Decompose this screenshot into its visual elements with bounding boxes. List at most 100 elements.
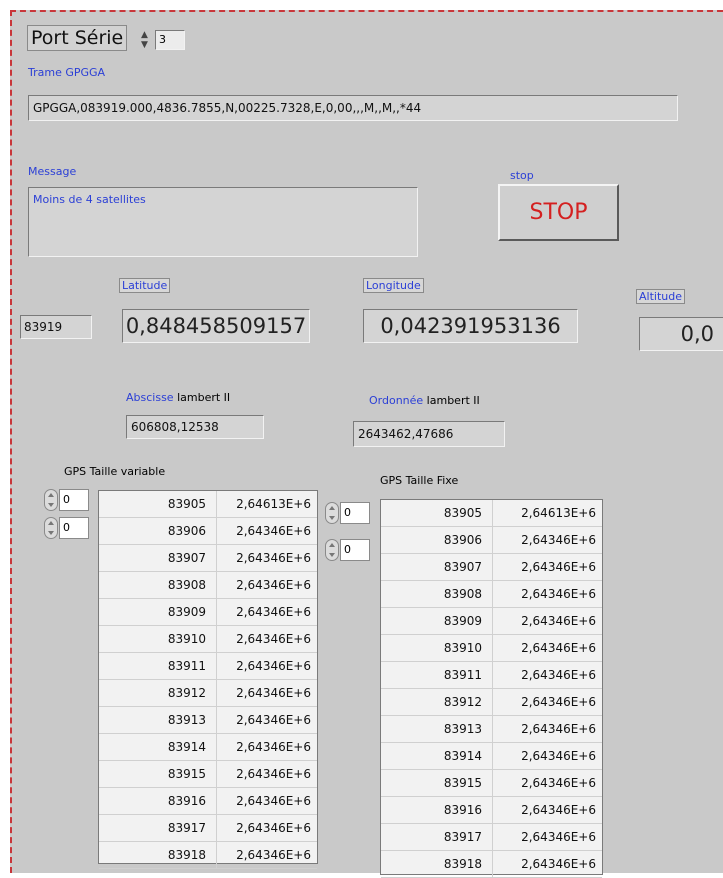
table-cell-time: 83907 bbox=[381, 554, 493, 580]
table-cell-value: 2,64346E+6 bbox=[236, 686, 311, 700]
table-cell-value: 2,64346E+6 bbox=[521, 803, 596, 817]
table-cell-value: 2,64346E+6 bbox=[236, 605, 311, 619]
table-row: 83910 2,64346E+6 bbox=[381, 635, 602, 662]
table-row: 83911 2,64346E+6 bbox=[381, 662, 602, 689]
table-cell-time: 83914 bbox=[381, 743, 493, 769]
table-cell-value: 2,64346E+6 bbox=[236, 524, 311, 538]
longitude-label: Longitude bbox=[363, 278, 424, 293]
ordonnee-value: 2643462,47686 bbox=[353, 421, 505, 447]
table-cell-value: 2,64346E+6 bbox=[521, 587, 596, 601]
table-cell-time: 83909 bbox=[99, 599, 217, 625]
stop-button[interactable]: STOP bbox=[498, 184, 619, 241]
ordonnee-label-b: lambert II bbox=[423, 394, 480, 407]
gps-var-row-stepper-icon[interactable] bbox=[44, 489, 58, 511]
latitude-label: Latitude bbox=[119, 278, 171, 293]
trame-value: GPGGA,083919.000,4836.7855,N,00225.7328,… bbox=[28, 95, 678, 121]
table-row: 83916 2,64346E+6 bbox=[381, 797, 602, 824]
table-cell-time: 83914 bbox=[99, 734, 217, 760]
port-serie-selector[interactable]: ▲ ▼ 3 bbox=[141, 30, 185, 50]
table-cell-value: 2,64346E+6 bbox=[521, 560, 596, 574]
table-cell-value: 2,64346E+6 bbox=[236, 848, 311, 862]
table-cell-value: 2,64346E+6 bbox=[236, 551, 311, 565]
table-row: 83915 2,64346E+6 bbox=[99, 761, 317, 788]
gps-fix-row-index[interactable]: 0 bbox=[340, 502, 370, 524]
gps-fix-col-stepper-icon[interactable] bbox=[325, 539, 339, 561]
table-cell-value: 2,64346E+6 bbox=[236, 578, 311, 592]
table-row: 83906 2,64346E+6 bbox=[99, 518, 317, 545]
table-row: 83910 2,64346E+6 bbox=[99, 626, 317, 653]
gps-fix-table[interactable]: 83905 2,64613E+6 83906 2,64346E+6 83907 2,643… bbox=[380, 499, 603, 878]
table-cell-value: 2,64346E+6 bbox=[236, 794, 311, 808]
gps-var-col-index[interactable]: 0 bbox=[59, 517, 89, 539]
table-cell-value: 2,64346E+6 bbox=[521, 722, 596, 736]
ordonnee-label: Ordonnée lambert II bbox=[369, 394, 480, 407]
table-cell-value: 2,64613E+6 bbox=[521, 506, 596, 520]
table-cell-value: 2,64346E+6 bbox=[521, 614, 596, 628]
gps-var-row-index[interactable]: 0 bbox=[59, 489, 89, 511]
updown-icon[interactable]: ▲ ▼ bbox=[141, 30, 153, 50]
table-row: 83906 2,64346E+6 bbox=[381, 527, 602, 554]
gps-fix-label: GPS Taille Fixe bbox=[380, 474, 459, 487]
gps-fix-row-stepper-icon[interactable] bbox=[325, 502, 339, 524]
table-cell-time: 83918 bbox=[381, 851, 493, 877]
message-label: Message bbox=[28, 165, 77, 178]
longitude-value: 0,042391953136 bbox=[363, 309, 578, 343]
table-cell-value: 2,64346E+6 bbox=[236, 821, 311, 835]
abscisse-label-b: lambert II bbox=[173, 391, 231, 404]
table-cell-value: 2,64346E+6 bbox=[521, 695, 596, 709]
table-cell-time: 83906 bbox=[99, 518, 217, 544]
ordonnee-label-a: Ordonnée bbox=[369, 394, 424, 407]
table-cell-time: 83907 bbox=[99, 545, 217, 571]
gps-fix-col-index[interactable]: 0 bbox=[340, 539, 370, 561]
table-cell-value: 2,64346E+6 bbox=[521, 668, 596, 682]
latitude-value: 0,848458509157 bbox=[122, 309, 310, 343]
table-row: 83907 2,64346E+6 bbox=[381, 554, 602, 581]
table-cell-value: 2,64346E+6 bbox=[521, 857, 596, 871]
table-cell-time: 83911 bbox=[99, 653, 217, 679]
message-value: Moins de 4 satellites bbox=[28, 187, 418, 257]
table-row: 83905 2,64613E+6 bbox=[99, 491, 317, 518]
table-cell-value: 2,64346E+6 bbox=[236, 767, 311, 781]
table-row: 83905 2,64613E+6 bbox=[381, 500, 602, 527]
stop-label: stop bbox=[510, 169, 534, 182]
trame-label: Trame GPGGA bbox=[28, 66, 106, 79]
table-cell-time: 83906 bbox=[381, 527, 493, 553]
table-cell-value: 2,64346E+6 bbox=[521, 533, 596, 547]
table-cell-value: 2,64346E+6 bbox=[236, 632, 311, 646]
table-row: 83908 2,64346E+6 bbox=[381, 581, 602, 608]
table-cell-time: 83917 bbox=[381, 824, 493, 850]
table-cell-time: 83915 bbox=[99, 761, 217, 787]
table-cell-value: 2,64346E+6 bbox=[236, 659, 311, 673]
table-cell-time: 83910 bbox=[99, 626, 217, 652]
table-row: 83912 2,64346E+6 bbox=[381, 689, 602, 716]
gps-var-col-stepper-icon[interactable] bbox=[44, 517, 58, 539]
front-panel: Port Série ▲ ▼ 3 Trame GPGGA GPGGA,083919… bbox=[10, 10, 723, 878]
table-cell-value: 2,64346E+6 bbox=[521, 749, 596, 763]
table-row: 83916 2,64346E+6 bbox=[99, 788, 317, 815]
abscisse-value: 606808,12538 bbox=[126, 415, 264, 439]
table-cell-time: 83908 bbox=[381, 581, 493, 607]
table-cell-time: 83916 bbox=[381, 797, 493, 823]
altitude-value: 0,0 bbox=[639, 317, 723, 351]
port-serie-value[interactable]: 3 bbox=[155, 30, 185, 50]
altitude-label: Altitude bbox=[636, 289, 685, 304]
table-cell-time: 83908 bbox=[99, 572, 217, 598]
table-cell-time: 83905 bbox=[381, 500, 493, 526]
table-row: 83918 2,64346E+6 bbox=[99, 842, 317, 869]
table-cell-value: 2,64346E+6 bbox=[521, 776, 596, 790]
table-cell-time: 83916 bbox=[99, 788, 217, 814]
table-row: 83907 2,64346E+6 bbox=[99, 545, 317, 572]
table-row: 83909 2,64346E+6 bbox=[381, 608, 602, 635]
table-cell-time: 83912 bbox=[99, 680, 217, 706]
table-row: 83908 2,64346E+6 bbox=[99, 572, 317, 599]
abscisse-label: Abscisse lambert II bbox=[126, 391, 230, 404]
table-cell-time: 83917 bbox=[99, 815, 217, 841]
table-row: 83913 2,64346E+6 bbox=[99, 707, 317, 734]
gps-var-table[interactable]: 83905 2,64613E+6 83906 2,64346E+6 83907 2,643… bbox=[98, 490, 318, 869]
table-cell-value: 2,64346E+6 bbox=[521, 830, 596, 844]
table-cell-time: 83905 bbox=[99, 491, 217, 517]
table-cell-value: 2,64613E+6 bbox=[236, 497, 311, 511]
table-row: 83917 2,64346E+6 bbox=[99, 815, 317, 842]
table-row: 83909 2,64346E+6 bbox=[99, 599, 317, 626]
table-cell-time: 83913 bbox=[381, 716, 493, 742]
